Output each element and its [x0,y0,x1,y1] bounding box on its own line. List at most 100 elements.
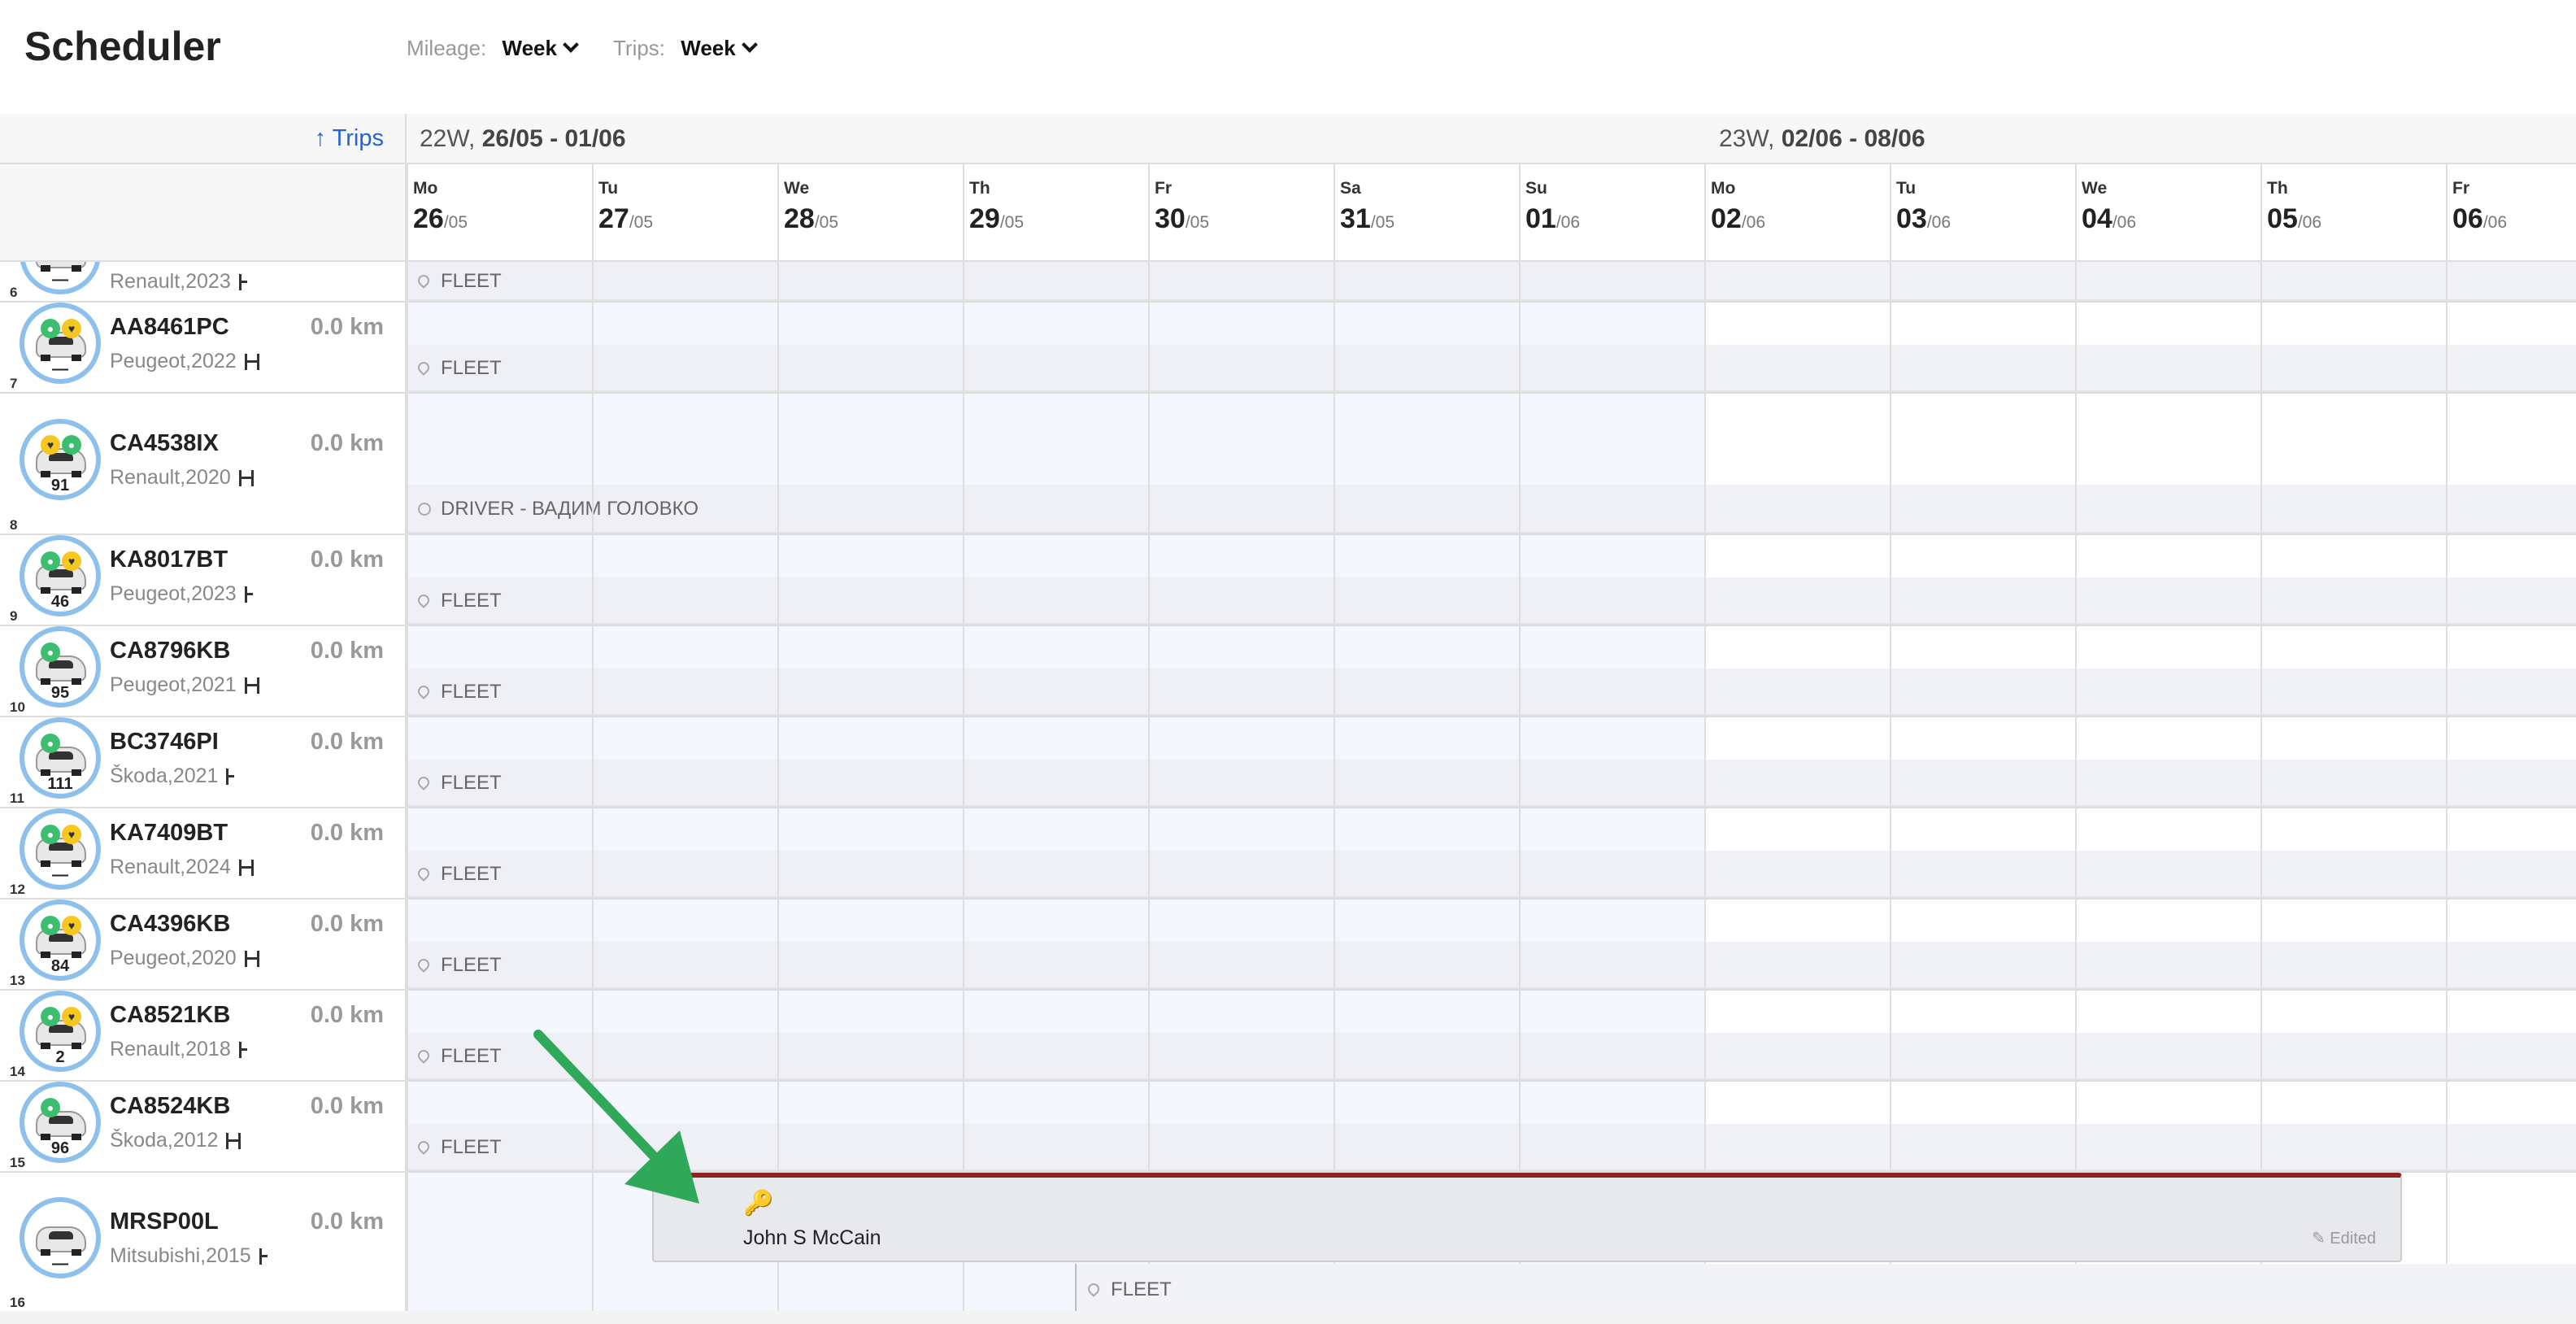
vehicle-mileage: 0.0 km [310,314,384,340]
vehicle-model-text: Renault,2024 [110,856,231,878]
manual-gear-icon [238,860,254,876]
row-number: 14 [10,1064,25,1079]
fleet-lane[interactable]: FLEET [407,345,2576,392]
vehicle-plate[interactable]: CA4538IX [110,430,219,457]
day-number: 01 [1525,203,1556,234]
vehicle-mileage: 0.0 km [310,547,384,573]
row-number: 16 [10,1295,25,1310]
page-title: Scheduler [24,24,221,69]
fleet-lane[interactable]: FLEET [407,760,2576,807]
fleet-lane[interactable]: FLEET [407,577,2576,625]
avatar-number: — [52,866,68,884]
avatar-number: 46 [50,593,70,611]
horizontal-scrollbar[interactable] [0,1311,2576,1324]
manual-gear-icon [244,677,259,694]
lane-label-text: FLEET [441,270,502,292]
trips-filter-label: Trips: [613,36,666,60]
edited-status: ✎ Edited [2312,1228,2376,1248]
fleet-lane[interactable]: FLEET [407,1124,2576,1171]
lane-label-text: FLEET [441,357,502,379]
day-header-cell: Th 05/06 [2261,164,2446,262]
vehicle-model-text: Peugeot,2022 [110,350,237,372]
booking-block[interactable]: 🔑 John S McCain ✎ Edited [652,1173,2402,1262]
day-name: Su [1525,179,1547,198]
vehicle-row[interactable]: ● 111 11 BC3746PI 0.0 km Škoda,2021 [0,717,407,808]
day-date: 02/06 [1711,203,1765,235]
week-range: 02/06 - 08/06 [1781,125,1925,152]
lane-label-text: FLEET [441,772,502,794]
avatar-number: 91 [50,477,70,494]
day-month: /05 [1185,213,1210,232]
day-name: Tu [598,179,619,198]
day-name: Th [969,179,990,198]
vehicle-plate[interactable]: BC3746PI [110,729,219,756]
driver-lane[interactable]: DRIVER - ВАДИМ ГОЛОВКО [407,485,2576,534]
shield-badge-icon: ♥ [62,916,81,935]
week-label-22: 22W, 26/05 - 01/06 [420,125,626,153]
vehicle-list: —6 Renault,2023 ● ♥ —7 AA8461PC 0.0 km Peugeot,… [0,114,407,1324]
shield-badge-icon: ♥ [41,435,60,455]
vehicle-plate[interactable]: MRSP00L [110,1209,219,1235]
location-badge-icon: ● [41,916,60,935]
avatar-number: — [52,1255,68,1273]
fleet-lane[interactable]: FLEET [407,262,2576,301]
vehicle-row[interactable]: ● ♥ — 7 AA8461PC 0.0 km Peugeot,2022 [0,303,407,394]
row-number: 8 [10,517,18,533]
avatar: — [20,262,101,294]
vehicle-model: Renault,2020 [110,466,254,490]
location-pin-icon [416,1139,432,1155]
vehicle-row[interactable]: ● ♥ 2 14 CA8521KB 0.0 km Renault,2018 [0,991,407,1082]
trips-filter[interactable]: Trips: Week [613,36,758,61]
vehicle-plate[interactable]: KA8017BT [110,547,228,573]
avatar-number: 2 [55,1048,65,1066]
day-date: 26/05 [413,203,468,235]
week-range: 26/05 - 01/06 [481,125,626,152]
vehicle-plate[interactable]: CA4396KB [110,911,230,938]
row-number: 15 [10,1155,25,1170]
vehicle-row[interactable]: — 6 Renault,2023 [0,262,407,303]
vehicle-model-text: Renault,2018 [110,1038,231,1061]
vehicle-plate[interactable]: CA8524KB [110,1093,230,1120]
vehicle-row[interactable]: ● ♥ 84 13 CA4396KB 0.0 km Peugeot,2020 [0,899,407,991]
vehicle-plate[interactable]: CA8796KB [110,638,230,664]
row-number: 6 [10,285,18,300]
vehicle-model: Peugeot,2020 [110,947,259,970]
day-header-cell: Mo 26/05 [407,164,592,262]
vehicle-plate[interactable]: KA7409BT [110,820,228,847]
day-month: /06 [1926,213,1952,232]
day-number: 02 [1711,203,1742,234]
lane-label-text: FLEET [441,1045,502,1067]
fleet-lane[interactable]: FLEET [407,1033,2576,1080]
lane-label: FLEET [416,954,502,977]
vehicle-row[interactable]: ♥ ● 91 8 CA4538IX 0.0 km Renault,2020 [0,394,407,535]
day-gridline [2075,262,2077,1313]
avatar: — [20,1197,101,1278]
avatar: ● ♥ — [20,303,101,384]
day-gridline [1334,262,1335,1313]
day-header-cell: Su 01/06 [1519,164,1704,262]
fleet-lane-bottom[interactable]: FLEET [1075,1264,2576,1313]
fleet-lane[interactable]: FLEET [407,851,2576,898]
day-gridline [963,262,964,1313]
fleet-lane[interactable]: FLEET [407,669,2576,716]
day-month: /06 [2297,213,2322,232]
vehicle-row[interactable]: ● 95 10 CA8796KB 0.0 km Peugeot,2021 [0,626,407,717]
day-number: 26 [413,203,444,234]
row-number: 13 [10,973,25,988]
vehicle-plate[interactable]: CA8521KB [110,1002,230,1029]
vehicle-mileage: 0.0 km [310,430,384,456]
vehicle-row[interactable]: ● ♥ 46 9 KA8017BT 0.0 km Peugeot,2023 [0,535,407,626]
vehicle-plate[interactable]: AA8461PC [110,314,229,341]
avatar-number: — [52,360,68,378]
day-number: 04 [2082,203,2113,234]
mileage-filter[interactable]: Mileage: Week [407,36,579,61]
lane-label: FLEET [416,863,502,886]
vehicle-row[interactable]: ● 96 15 CA8524KB 0.0 km Škoda,2012 [0,1082,407,1173]
day-header-cell: Th 29/05 [963,164,1148,262]
vehicle-row[interactable]: ● ♥ — 12 KA7409BT 0.0 km Renault,2024 [0,808,407,899]
day-date: 04/06 [2082,203,2136,235]
vehicle-row[interactable]: — 16 MRSP00L 0.0 km Mitsubishi,2015 [0,1173,407,1313]
shield-badge-icon: ♥ [62,1007,81,1026]
fleet-lane[interactable]: FLEET [407,942,2576,989]
avatar: ● 111 [20,717,101,799]
